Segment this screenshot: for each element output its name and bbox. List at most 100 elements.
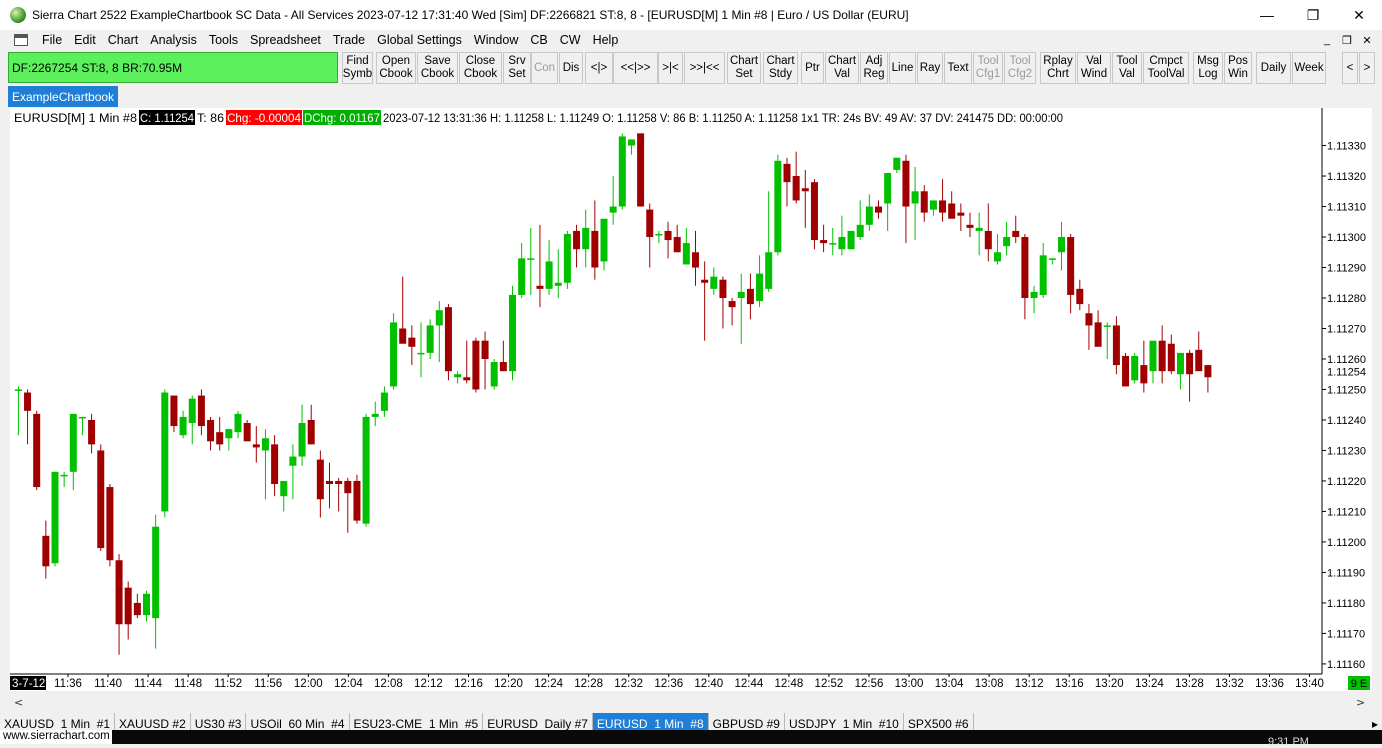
message-log-button[interactable]: Msg Log (1193, 52, 1223, 84)
pointer-button[interactable]: Ptr (801, 52, 824, 84)
candle-body (188, 398, 196, 424)
candle (847, 230, 855, 250)
candle-body (1039, 255, 1047, 295)
mdi-close-button[interactable]: ✕ (1358, 32, 1376, 48)
candle-body (216, 432, 224, 445)
price-tick-label: 1.11320 (1327, 171, 1366, 183)
candle-body (307, 419, 315, 445)
tool-config1-button[interactable]: Tool Cfg1 (973, 52, 1003, 84)
toolbar-scroll-left-button[interactable]: < (1342, 52, 1358, 84)
close-button[interactable]: ✕ (1336, 0, 1382, 30)
scroll-left-icon[interactable]: < (14, 696, 23, 709)
time-tick-label: 12:40 (694, 678, 723, 690)
time-tick-label: 13:00 (895, 678, 924, 690)
chart-settings-button[interactable]: Chart Set (727, 52, 761, 84)
chart-studies-button[interactable]: Chart Stdy (763, 52, 798, 84)
chartbook-tab[interactable]: ExampleChartbook (8, 86, 119, 107)
candle-body (344, 480, 352, 494)
menu-bar: File Edit Chart Analysis Tools Spreadsheet Tra… (0, 30, 1382, 50)
price-chart[interactable]: < >1.11330 1.11320 1.11310 1.11300 1.11290 1.1… (0, 108, 1382, 713)
text-tool-button[interactable]: Text (944, 52, 972, 84)
candle (353, 474, 361, 524)
line-tool-button[interactable]: Line (889, 52, 916, 84)
adjust-region-button[interactable]: Adj Reg (860, 52, 888, 84)
candle-body (810, 182, 818, 241)
candle-body (463, 377, 471, 381)
toolbar-scroll-right-button[interactable]: > (1359, 52, 1375, 84)
candle-body (701, 279, 709, 283)
candle-body (710, 276, 718, 289)
menu-analysis[interactable]: Analysis (144, 33, 203, 47)
scroll-collapse-all-button[interactable]: >>|<< (684, 52, 725, 84)
candle-body (399, 328, 407, 344)
candle-body (829, 243, 837, 245)
server-settings-button[interactable]: Srv Set (503, 52, 531, 84)
candle-body (390, 322, 398, 387)
save-chartbook-button[interactable]: Save Cbook (417, 52, 458, 84)
open-chartbook-button[interactable]: Open Cbook (376, 52, 416, 84)
candle-body (975, 227, 983, 231)
disconnect-button[interactable]: Dis (559, 52, 583, 84)
candle-body (847, 230, 855, 250)
menu-global-settings[interactable]: Global Settings (371, 33, 468, 47)
compact-tool-values-button[interactable]: Cmpct ToolVal (1143, 52, 1189, 84)
mdi-minimize-button[interactable]: _ (1318, 32, 1336, 48)
candle (444, 304, 452, 381)
scroll-right-icon[interactable]: > (1356, 696, 1365, 709)
menu-chart[interactable]: Chart (102, 33, 145, 47)
candle-body (88, 419, 96, 445)
values-window-button[interactable]: Val Wind (1077, 52, 1111, 84)
time-tick-label: 13:24 (1135, 678, 1164, 690)
candle-body (609, 206, 617, 213)
candle-body (865, 206, 873, 225)
ray-tool-button[interactable]: Ray (917, 52, 943, 84)
menu-spreadsheet[interactable]: Spreadsheet (244, 33, 327, 47)
menu-cw[interactable]: CW (554, 33, 587, 47)
time-tick-label: 13:28 (1175, 678, 1204, 690)
scroll-both-button[interactable]: <<|>> (613, 52, 658, 84)
menu-window[interactable]: Window (468, 33, 524, 47)
find-symbol-button[interactable]: Find Symb (342, 52, 373, 84)
candle-body (14, 389, 22, 391)
menu-trade[interactable]: Trade (327, 33, 371, 47)
position-window-button[interactable]: Pos Win (1224, 52, 1252, 84)
mdi-restore-button[interactable]: ❐ (1338, 32, 1356, 48)
candle (1122, 352, 1130, 387)
price-tick-label: 1.11190 (1327, 567, 1365, 579)
scroll-collapse-button[interactable]: >|< (658, 52, 683, 84)
week-button[interactable]: Week (1292, 52, 1326, 84)
menu-cb[interactable]: CB (524, 33, 553, 47)
candle-body (884, 172, 892, 204)
time-tick-label: 11:56 (254, 678, 282, 690)
close-chartbook-button[interactable]: Close Cbook (459, 52, 502, 84)
menu-help[interactable]: Help (587, 33, 625, 47)
candle-body (261, 438, 269, 451)
candle-body (509, 294, 516, 372)
candle-body (627, 139, 635, 146)
tool-config2-button[interactable]: Tool Cfg2 (1004, 52, 1036, 84)
candle-body (618, 136, 626, 207)
menu-tools[interactable]: Tools (203, 33, 244, 47)
candle (637, 133, 645, 207)
price-tick-label: 1.11280 (1327, 293, 1366, 305)
candle-body (335, 480, 343, 484)
candle-body (133, 602, 141, 616)
candle-body (243, 423, 251, 442)
maximize-button[interactable]: ❐ (1290, 0, 1336, 30)
price-tick-label: 1.11240 (1327, 415, 1366, 427)
tool-values-button[interactable]: Tool Val (1112, 52, 1142, 84)
price-tick-label: 1.11200 (1327, 537, 1366, 549)
window-system-menu-icon[interactable] (14, 34, 28, 46)
minimize-button[interactable]: — (1244, 0, 1290, 30)
replay-chart-button[interactable]: Rplay Chrt (1040, 52, 1076, 84)
chart-values-button[interactable]: Chart Val (825, 52, 859, 84)
candle-body (1048, 258, 1056, 260)
candle-body (875, 206, 882, 213)
candle-body (60, 474, 68, 477)
connect-button[interactable]: Con (531, 52, 558, 84)
scroll-center-button[interactable]: <|> (585, 52, 613, 84)
time-tick-label: 11:40 (94, 678, 122, 690)
menu-edit[interactable]: Edit (68, 33, 102, 47)
menu-file[interactable]: File (36, 33, 68, 47)
daily-button[interactable]: Daily (1256, 52, 1291, 84)
